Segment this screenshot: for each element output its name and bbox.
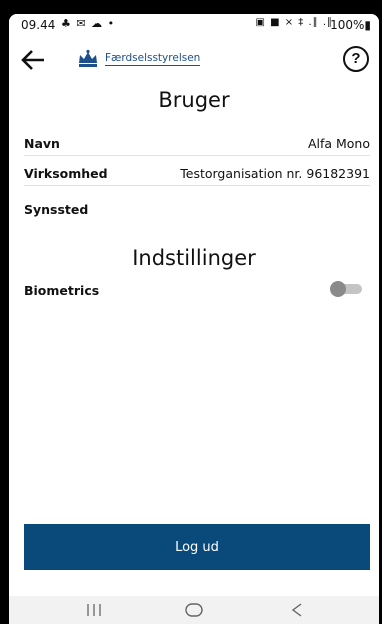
- user-section-title: Bruger: [158, 88, 230, 112]
- recents-icon: [87, 604, 101, 616]
- help-button[interactable]: ?: [343, 46, 369, 72]
- back-chevron-icon: [291, 603, 302, 617]
- name-value: Alfa Mono: [307, 136, 370, 151]
- user-row-company: Virksomhed Testorganisation nr. 96182391: [24, 159, 370, 186]
- back-button[interactable]: [19, 46, 47, 74]
- company-label: Virksomhed: [24, 166, 108, 181]
- biometrics-label: Biometrics: [24, 283, 100, 298]
- status-time: 09.44: [21, 18, 56, 32]
- status-bar: 09.44 ♣ ✉ ☁ • ▣ ■ × ‡ .∥ .∥ 100%▮: [9, 14, 379, 36]
- crown-logo-icon: [79, 49, 97, 67]
- user-row-name: Navn Alfa Mono: [24, 129, 370, 156]
- nav-back-button[interactable]: [266, 596, 326, 624]
- home-button[interactable]: [164, 596, 224, 624]
- toggle-knob: [330, 281, 346, 297]
- biometrics-row: Biometrics: [24, 276, 370, 302]
- agency-logo: Færdselsstyrelsen: [77, 49, 201, 69]
- battery-indicator: 100%▮: [330, 18, 371, 32]
- agency-name: Færdselsstyrelsen: [105, 52, 201, 66]
- biometrics-toggle[interactable]: [330, 281, 362, 297]
- app-header: Færdselsstyrelsen ?: [9, 42, 379, 82]
- question-circle-icon: ?: [351, 50, 361, 67]
- home-icon: [185, 603, 203, 617]
- notification-icons: ♣ ✉ ☁ •: [61, 17, 116, 30]
- name-label: Navn: [24, 136, 60, 151]
- recents-button[interactable]: [64, 596, 124, 624]
- arrow-left-icon: [21, 50, 44, 70]
- testing-site-label: Synssted: [24, 202, 89, 217]
- user-row-testing-site: Synssted: [24, 195, 370, 221]
- logout-button[interactable]: Log ud: [24, 524, 370, 570]
- company-value: Testorganisation nr. 96182391: [180, 166, 370, 181]
- android-nav-bar: [9, 596, 379, 624]
- system-status-icons: ▣ ■ × ‡ .∥ .∥: [255, 17, 333, 28]
- phone-screen: 09.44 ♣ ✉ ☁ • ▣ ■ × ‡ .∥ .∥ 100%▮ Færdse…: [9, 14, 379, 624]
- settings-section-title: Indstillinger: [132, 246, 256, 270]
